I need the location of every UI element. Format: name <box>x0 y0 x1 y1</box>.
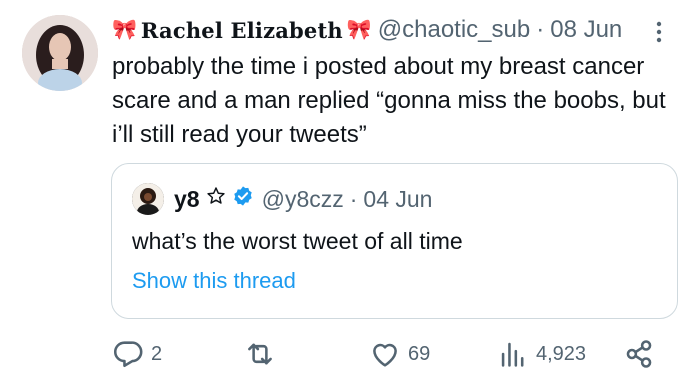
post-header: 🎀 Rachel Elizabeth 🎀 @chaotic_sub · 08 J… <box>112 14 622 46</box>
author-handle[interactable]: @chaotic_sub <box>378 16 530 44</box>
views-button[interactable]: 4,923 <box>496 336 586 372</box>
separator-dot: · <box>349 185 358 212</box>
quoted-post-date[interactable]: 04 Jun <box>363 186 432 213</box>
like-count: 69 <box>408 342 431 365</box>
retweet-button[interactable] <box>243 336 277 372</box>
share-button[interactable] <box>622 336 656 372</box>
bow-emoji-icon: 🎀 <box>112 19 137 41</box>
quoted-author-handle[interactable]: @y8czz <box>262 186 344 213</box>
verified-badge-icon <box>232 185 254 213</box>
post-date[interactable]: 08 Jun <box>550 16 622 44</box>
reply-button[interactable]: 2 <box>111 336 162 372</box>
quoted-author-avatar[interactable] <box>132 183 164 215</box>
more-vertical-icon[interactable] <box>652 20 666 44</box>
retweet-icon <box>243 337 277 371</box>
reply-count: 2 <box>151 342 163 365</box>
post-actions-bar: 2 69 4,923 <box>0 336 700 376</box>
heart-icon <box>368 337 402 371</box>
share-icon <box>622 337 656 371</box>
quoted-post-card[interactable]: y8 @y8czz · 04 Jun what’s the worst twee… <box>111 163 678 319</box>
reply-icon <box>111 337 145 371</box>
author-avatar[interactable] <box>22 15 98 91</box>
like-button[interactable]: 69 <box>368 336 430 372</box>
bow-emoji-icon: 🎀 <box>346 19 372 41</box>
post-text: probably the time i posted about my brea… <box>112 53 666 148</box>
views-count: 4,923 <box>536 342 587 365</box>
quoted-post-header: y8 @y8czz · 04 Jun <box>132 182 432 216</box>
separator-dot: · <box>536 16 545 43</box>
star-outline-icon <box>206 186 226 212</box>
quoted-author-display-name[interactable]: y8 <box>174 186 200 213</box>
show-thread-link[interactable]: Show this thread <box>132 268 296 294</box>
quoted-post-text: what’s the worst tweet of all time <box>132 228 463 254</box>
views-chart-icon <box>496 337 530 371</box>
author-display-name[interactable]: Rachel Elizabeth <box>141 18 343 43</box>
